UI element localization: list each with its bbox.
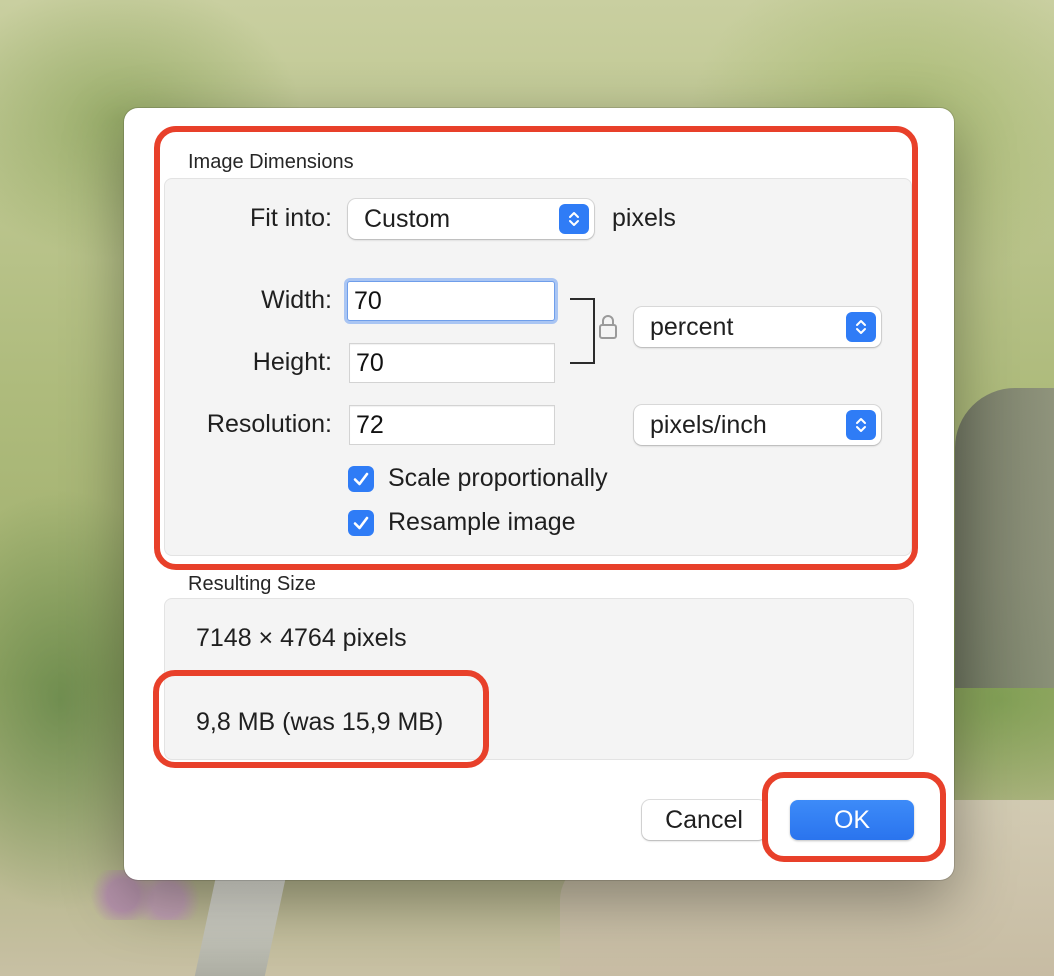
background-stone-arch: [955, 388, 1054, 688]
resolution-label: Resolution:: [206, 410, 332, 438]
resulting-size-heading: Resulting Size: [188, 573, 316, 595]
resulting-dimensions: 7148 × 4764 pixels: [196, 624, 407, 652]
lock-icon[interactable]: [598, 314, 618, 345]
fit-into-popup[interactable]: Custom: [348, 199, 594, 239]
scale-proportionally-label[interactable]: Scale proportionally: [388, 464, 608, 493]
image-dimensions-heading: Image Dimensions: [188, 151, 354, 173]
scale-proportionally-checkbox[interactable]: [348, 466, 374, 492]
size-unit-value: percent: [650, 312, 734, 341]
height-label: Height:: [252, 348, 332, 376]
resulting-file-size: 9,8 MB (was 15,9 MB): [196, 708, 444, 736]
ok-button[interactable]: OK: [790, 800, 914, 840]
fit-into-value: Custom: [364, 204, 451, 233]
adjust-size-dialog: Image Dimensions Fit into: Custom pixels…: [124, 108, 954, 880]
size-unit-popup[interactable]: percent: [634, 307, 881, 347]
resolution-unit-popup[interactable]: pixels/inch: [634, 405, 881, 445]
chevron-up-down-icon: [846, 312, 876, 342]
resolution-field[interactable]: 72: [349, 405, 555, 445]
cancel-button[interactable]: Cancel: [642, 800, 766, 840]
resample-image-label[interactable]: Resample image: [388, 508, 576, 537]
fit-into-label: Fit into:: [250, 204, 332, 232]
width-label: Width:: [261, 286, 332, 314]
link-bracket: [570, 298, 595, 364]
checkmark-icon: [353, 516, 369, 530]
chevron-up-down-icon: [846, 410, 876, 440]
width-field[interactable]: 70: [347, 281, 555, 321]
background-bench: [194, 880, 286, 976]
checkmark-icon: [353, 472, 369, 486]
height-field[interactable]: 70: [349, 343, 555, 383]
resample-image-checkbox[interactable]: [348, 510, 374, 536]
fit-into-unit: pixels: [612, 204, 676, 232]
chevron-up-down-icon: [559, 204, 589, 234]
resolution-unit-value: pixels/inch: [650, 410, 767, 439]
